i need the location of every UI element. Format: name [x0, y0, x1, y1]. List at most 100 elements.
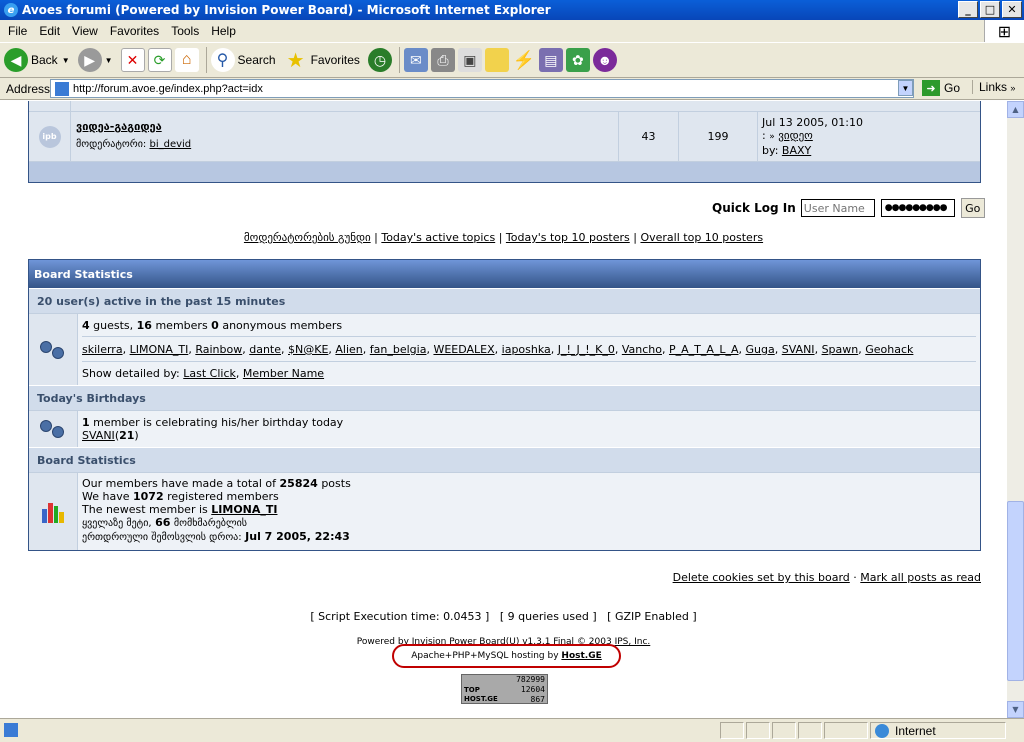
- stop-icon[interactable]: ✕: [120, 48, 145, 72]
- forum-status-icon: ipb: [38, 125, 61, 148]
- active-counts: 4 guests, 16 members 0 anonymous members: [82, 317, 976, 337]
- print-icon[interactable]: ⎙: [430, 48, 455, 72]
- address-url: http://forum.avoe.ge/index.php?act=idx: [73, 82, 263, 95]
- user-link[interactable]: J_!_J_!_K_0: [558, 343, 615, 356]
- menu-help[interactable]: Help: [211, 24, 236, 38]
- board-links: მოდერატორების გუნდი | Today's active top…: [243, 231, 764, 244]
- toolbar-divider: [205, 47, 207, 73]
- page-icon: [55, 81, 69, 96]
- scroll-up-icon[interactable]: ▲: [1007, 101, 1024, 118]
- forum-row: ipb ვიდეა-გაგიდეა მოდერატორი: bi_devid 4…: [29, 111, 980, 161]
- address-label: Address: [6, 81, 51, 96]
- active-user-list: skilerra, LIMONA_TI, Rainbow, dante, $N@…: [82, 337, 976, 362]
- password-input[interactable]: ●●●●●●●●●: [880, 199, 955, 217]
- user-link[interactable]: fan_belgia: [370, 343, 427, 356]
- home-icon[interactable]: ⌂: [174, 48, 199, 72]
- last-click-link[interactable]: Last Click: [183, 367, 236, 380]
- birthday-user-link[interactable]: SVANI: [82, 429, 115, 442]
- address-input[interactable]: http://forum.avoe.ge/index.php?act=idx: [50, 79, 914, 98]
- maximize-button[interactable]: □: [980, 1, 1000, 18]
- go-button[interactable]: ➜ Go: [922, 80, 960, 96]
- window-title-bar: e Avoes forumi (Powered by Invision Powe…: [0, 0, 1024, 20]
- user-link[interactable]: SVANI: [782, 343, 815, 356]
- member-name-link[interactable]: Member Name: [243, 367, 324, 380]
- user-link[interactable]: Spawn: [822, 343, 859, 356]
- address-dropdown-icon[interactable]: ▼: [898, 80, 913, 96]
- detail-options: Show detailed by: Last Click, Member Nam…: [82, 367, 325, 380]
- newest-member-link[interactable]: LIMONA_TI: [211, 503, 277, 516]
- table-row: [29, 101, 980, 111]
- host-ge-link[interactable]: Host.GE: [561, 651, 601, 661]
- birthdays-row: 1 member is celebrating his/her birthday…: [29, 410, 980, 447]
- menu-tools[interactable]: Tools: [171, 24, 199, 38]
- note-icon[interactable]: [484, 48, 509, 72]
- last-topic-link[interactable]: ვიდეო: [778, 129, 813, 142]
- address-bar: Address http://forum.avoe.ge/index.php?a…: [0, 78, 1024, 100]
- chevron-down-icon: ▼: [104, 55, 113, 65]
- topics-count: 43: [619, 112, 679, 161]
- top-counter-badge[interactable]: 782999 TOP 12604 HOST.GE 867: [461, 674, 548, 704]
- user-link[interactable]: Vancho: [622, 343, 662, 356]
- yahoo-icon[interactable]: ☻: [592, 48, 617, 72]
- last-poster-link[interactable]: BAXY: [782, 144, 811, 157]
- forum-table: ipb ვიდეა-გაგიდეა მოდერატორი: bi_devid 4…: [28, 101, 981, 183]
- scroll-down-icon[interactable]: ▼: [1007, 701, 1024, 718]
- user-link[interactable]: Guga: [746, 343, 775, 356]
- edit-icon[interactable]: ▣: [457, 48, 482, 72]
- research-icon[interactable]: ▤: [538, 48, 563, 72]
- menu-bar: File Edit View Favorites Tools Help: [0, 20, 1024, 42]
- mark-read-link[interactable]: Mark all posts as read: [860, 571, 981, 584]
- security-zone: Internet: [870, 722, 1006, 739]
- user-link[interactable]: Rainbow: [195, 343, 242, 356]
- minimize-button[interactable]: _: [958, 1, 978, 18]
- scroll-thumb[interactable]: [1007, 501, 1024, 681]
- user-link[interactable]: iaposhka: [502, 343, 551, 356]
- last-post-date: Jul 13 2005, 01:10: [762, 116, 863, 129]
- moderator-link[interactable]: bi_devid: [149, 139, 191, 150]
- user-link[interactable]: Alien: [335, 343, 362, 356]
- active-topics-link[interactable]: Today's active topics: [381, 231, 495, 244]
- mail-icon[interactable]: ✉: [403, 48, 428, 72]
- top-posters-today-link[interactable]: Today's top 10 posters: [506, 231, 630, 244]
- top-posters-overall-link[interactable]: Overall top 10 posters: [640, 231, 763, 244]
- forum-name-link[interactable]: ვიდეა-გაგიდეა: [76, 118, 613, 136]
- hosting-highlight: Apache+PHP+MySQL hosting by Host.GE: [392, 644, 621, 668]
- user-link[interactable]: skilerra: [82, 343, 123, 356]
- menu-favorites[interactable]: Favorites: [110, 24, 159, 38]
- links-button[interactable]: Links »: [972, 80, 1015, 94]
- menu-view[interactable]: View: [72, 24, 98, 38]
- quick-login: Quick Log In ●●●●●●●●● Go: [712, 198, 985, 218]
- back-button[interactable]: ◀ Back ▼: [4, 48, 70, 72]
- moderator-label: მოდერატორი:: [76, 139, 147, 150]
- search-icon: ⚲: [210, 48, 235, 72]
- users-icon: [40, 339, 66, 361]
- user-link[interactable]: WEEDALEX: [433, 343, 494, 356]
- statistics-header: Board Statistics: [29, 260, 980, 288]
- user-link[interactable]: LIMONA_TI: [130, 343, 189, 356]
- user-link[interactable]: $N@KE: [288, 343, 328, 356]
- delete-cookies-link[interactable]: Delete cookies set by this board: [673, 571, 850, 584]
- history-icon[interactable]: ◷: [367, 48, 392, 72]
- close-button[interactable]: ✕: [1002, 1, 1022, 18]
- ips-link[interactable]: IPS, Inc.: [615, 637, 651, 647]
- vertical-scrollbar[interactable]: ▲ ▼: [1007, 101, 1024, 718]
- refresh-icon[interactable]: ⟳: [147, 48, 172, 72]
- windows-logo-icon: ⊞: [984, 20, 1024, 42]
- board-statistics: Board Statistics 20 user(s) active in th…: [28, 259, 981, 551]
- page-content: ipb ვიდეა-გაგიდეა მოდერატორი: bi_devid 4…: [0, 101, 1007, 718]
- username-input[interactable]: [800, 199, 875, 217]
- login-go-button[interactable]: Go: [960, 198, 985, 218]
- search-button[interactable]: ⚲ Search: [210, 48, 276, 72]
- messenger-icon[interactable]: ⚡: [512, 48, 536, 72]
- user-link[interactable]: Geohack: [865, 343, 913, 356]
- active-users-row: 4 guests, 16 members 0 anonymous members…: [29, 313, 980, 385]
- moderators-link[interactable]: მოდერატორების გუნდი: [244, 231, 371, 244]
- user-link[interactable]: dante: [249, 343, 281, 356]
- favorites-button[interactable]: ★ Favorites: [284, 48, 360, 72]
- board-stats-title: Board Statistics: [29, 447, 980, 472]
- menu-file[interactable]: File: [8, 24, 27, 38]
- icq-icon[interactable]: ✿: [565, 48, 590, 72]
- user-link[interactable]: P_A_T_A_L_A: [669, 343, 739, 356]
- forward-button[interactable]: ▶ ▼: [77, 48, 113, 72]
- menu-edit[interactable]: Edit: [39, 24, 60, 38]
